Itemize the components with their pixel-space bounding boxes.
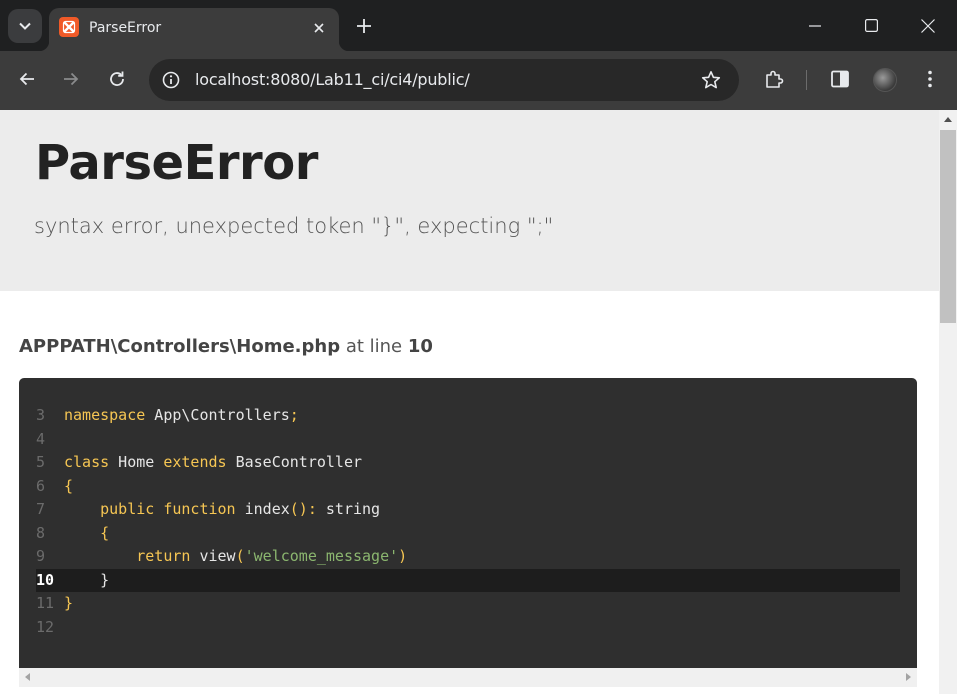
page-viewport: ParseError syntax error, unexpected toke… (0, 110, 939, 694)
code-line: 5 class Home extends BaseController (36, 451, 900, 475)
code-token: return (136, 547, 191, 565)
code-token: } (64, 594, 74, 612)
plus-icon (357, 19, 371, 33)
menu-button[interactable] (916, 65, 944, 93)
code-token: (): (289, 500, 317, 518)
line-number: 11 (36, 594, 55, 612)
toolbar-divider (806, 70, 807, 90)
page-title: ParseError (35, 135, 318, 191)
kebab-menu-icon (928, 70, 932, 88)
arrow-left-icon (19, 72, 34, 86)
file-path: APPPATH\Controllers\Home.php (19, 336, 341, 357)
reload-button[interactable] (103, 65, 131, 93)
line-number: 3 (36, 406, 46, 424)
scrollbar-thumb[interactable] (940, 130, 956, 323)
vertical-scrollbar[interactable] (939, 110, 957, 694)
at-line-label: at line (345, 336, 403, 357)
close-icon (314, 23, 324, 33)
code-line: 9 return view('welcome_message') (36, 545, 900, 569)
side-panel-button[interactable] (826, 65, 854, 93)
error-message: syntax error, unexpected token "}", expe… (34, 214, 554, 238)
code-token: index (235, 500, 290, 518)
code-token: Home (109, 453, 164, 471)
line-number: 7 (36, 500, 46, 518)
line-number: 10 (407, 336, 433, 357)
new-tab-button[interactable] (352, 14, 376, 38)
code-token: { (100, 523, 110, 542)
maximize-button[interactable] (843, 0, 899, 51)
code-token: { (64, 476, 74, 495)
code-token: namespace (64, 406, 146, 424)
code-line: 7 public function index(): string (36, 498, 900, 522)
code-token: App\Controllers (145, 406, 290, 424)
code-token: public (100, 500, 155, 518)
source-code-block: 3 namespace App\Controllers; 4 5 class Home … (19, 378, 917, 668)
line-number: 10 (36, 570, 55, 589)
horizontal-scrollbar[interactable] (19, 668, 917, 687)
error-header: ParseError syntax error, unexpected toke… (0, 110, 939, 291)
line-number: 9 (36, 547, 46, 565)
reload-icon (110, 71, 124, 86)
code-line: 4 (36, 428, 900, 452)
browser-toolbar: localhost:8080/Lab11_ci/ci4/public/ (0, 51, 957, 110)
side-panel-icon (831, 70, 849, 88)
arrow-right-icon (64, 72, 79, 86)
tab-search-button[interactable] (8, 9, 42, 43)
scroll-up-icon[interactable] (944, 117, 952, 122)
code-line: 6{ (36, 475, 900, 499)
active-tab[interactable]: ParseError (39, 8, 349, 51)
bookmark-button[interactable] (699, 68, 723, 92)
code-token: ; (289, 406, 299, 424)
extensions-button[interactable] (760, 65, 788, 93)
chevron-down-icon (19, 22, 31, 30)
line-number: 8 (36, 523, 46, 542)
close-tab-button[interactable] (309, 18, 329, 38)
back-button[interactable] (13, 65, 41, 93)
site-info-button[interactable] (159, 68, 183, 92)
maximize-icon (864, 19, 878, 32)
code-line: 3 namespace App\Controllers; (36, 404, 900, 428)
puzzle-icon (766, 70, 784, 88)
minimize-button[interactable] (787, 0, 843, 51)
info-icon (162, 71, 180, 89)
code-line: 12 (36, 616, 900, 640)
code-line: 8 { (36, 522, 900, 546)
xampp-icon (59, 17, 79, 37)
code-token: ) (398, 547, 408, 565)
avatar[interactable] (873, 68, 897, 92)
tab-bar: ParseError (0, 0, 957, 51)
forward-button[interactable] (57, 65, 85, 93)
code-token: ( (235, 547, 245, 565)
address-bar[interactable]: localhost:8080/Lab11_ci/ci4/public/ (149, 59, 739, 101)
scroll-left-icon[interactable] (25, 673, 30, 681)
code-token: function (163, 500, 236, 518)
tab-title: ParseError (89, 20, 162, 36)
code-token: 'welcome_message' (244, 547, 399, 565)
scroll-right-icon[interactable] (906, 673, 911, 681)
code-line: 10 } (36, 568, 900, 592)
line-number: 5 (36, 453, 46, 471)
url-text[interactable]: localhost:8080/Lab11_ci/ci4/public/ (195, 70, 470, 89)
line-number: 4 (36, 429, 46, 448)
minimize-icon (809, 24, 821, 27)
close-window-button[interactable] (900, 0, 956, 51)
error-location: APPPATH\Controllers\Home.php at line 10 (19, 336, 433, 357)
code-token: extends (163, 453, 227, 471)
code-token: class (64, 453, 110, 471)
code-token: string (316, 500, 381, 518)
code-token: view (190, 547, 236, 565)
line-number: 6 (36, 476, 46, 495)
star-icon (701, 71, 721, 89)
code-token: } (64, 570, 110, 589)
line-number: 12 (36, 617, 55, 636)
code-line: 11} (36, 592, 900, 616)
code-token: BaseController (226, 453, 363, 471)
close-icon (921, 18, 935, 33)
